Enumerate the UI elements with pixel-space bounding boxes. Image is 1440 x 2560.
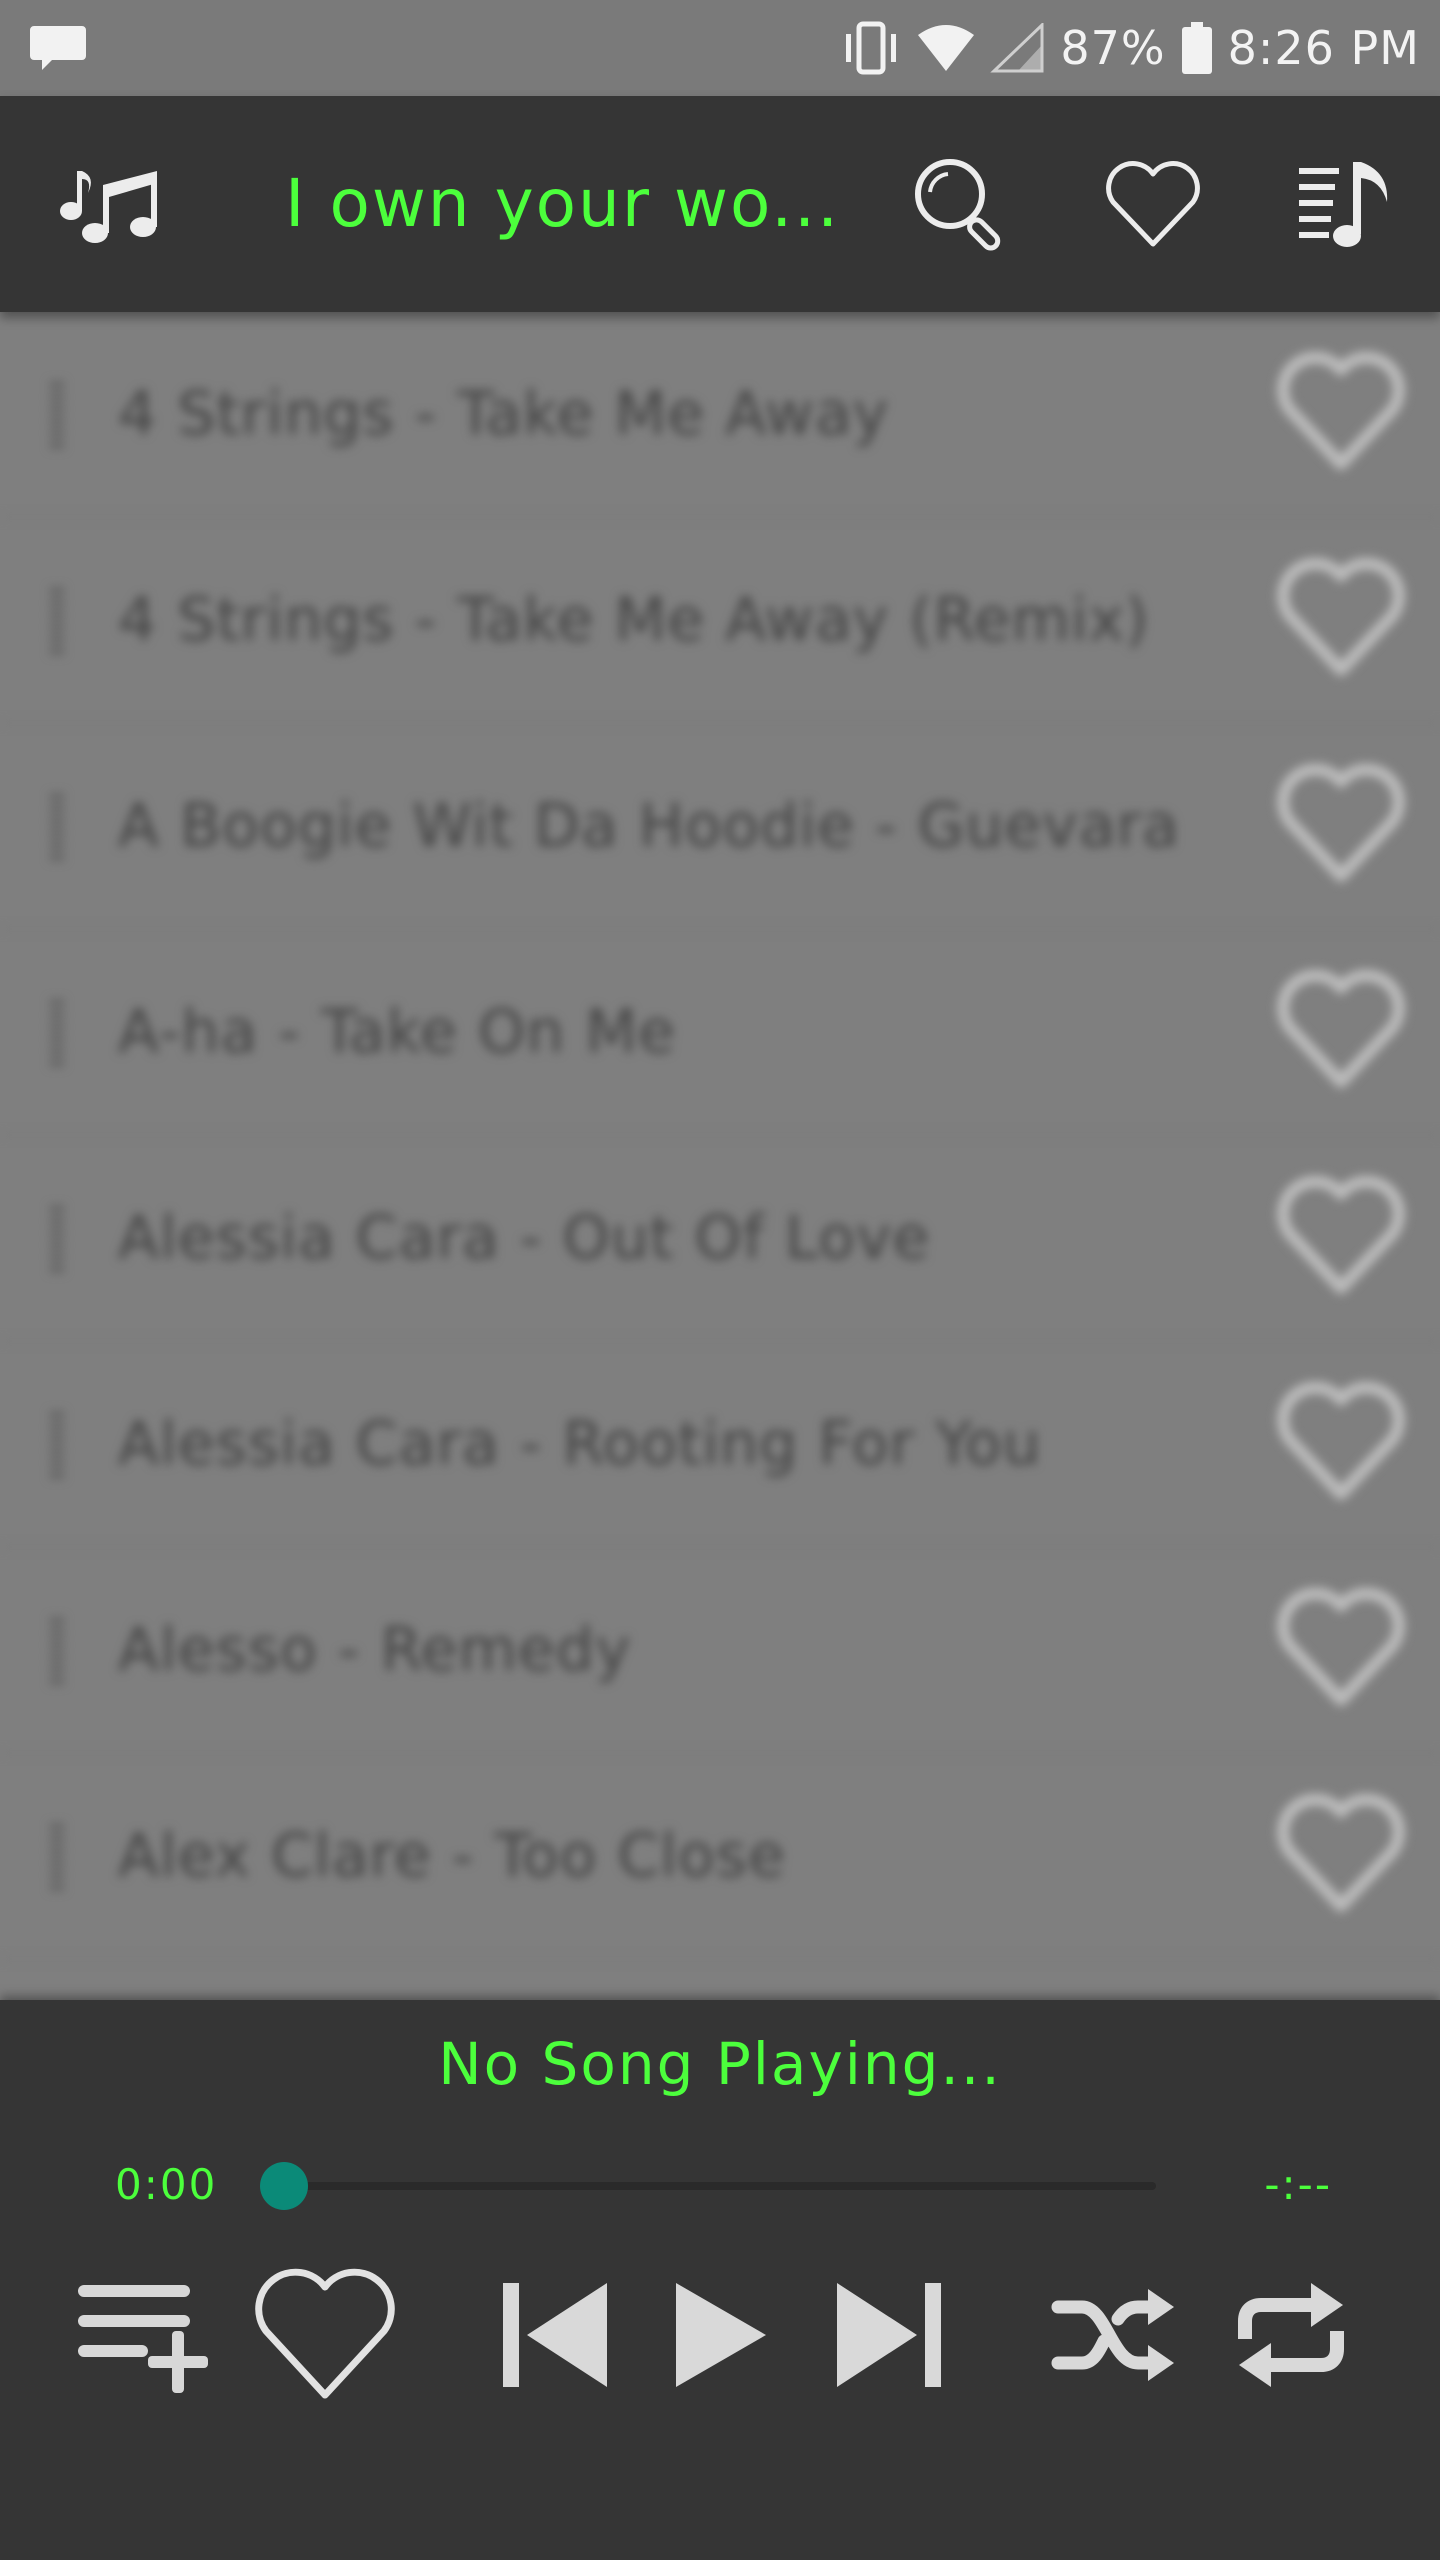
message-icon [28,20,88,78]
repeat-icon[interactable] [1226,2250,1356,2420]
drag-handle-icon[interactable] [50,794,64,864]
drag-handle-icon[interactable] [50,1000,64,1070]
list-item[interactable]: Alessia Cara - Rooting For You [0,1342,1440,1548]
song-title: 4 Strings - Take Me Away (Remix) [118,585,1150,655]
add-to-queue-icon[interactable] [70,2250,220,2420]
seek-bar[interactable] [260,2162,1156,2210]
favorite-icon[interactable] [1276,1174,1406,1302]
drag-handle-icon[interactable] [50,1206,64,1276]
now-playing-title: No Song Playing... [438,2030,1002,2098]
vibrate-icon [840,20,902,76]
song-title: Alessia Cara - Rooting For You [118,1409,1042,1479]
play-icon[interactable] [660,2250,780,2420]
current-time: 0:00 [115,2160,218,2209]
drag-handle-icon[interactable] [50,382,64,452]
shuffle-icon[interactable] [1048,2250,1178,2420]
list-item[interactable]: 4 Strings - Take Me Away (Remix) [0,518,1440,724]
player-panel: No Song Playing... 0:00 -:-- [0,2000,1440,2560]
search-icon[interactable] [905,96,1015,312]
status-indicators: 87% 8:26 PM [840,0,1420,96]
signal-icon [990,23,1046,73]
favorite-icon[interactable] [1276,1792,1406,1920]
list-item[interactable]: Alesso - Remedy [0,1548,1440,1754]
favorite-icon[interactable] [250,2250,400,2420]
toolbar: I own your wo... [0,96,1440,312]
song-title: Alesso - Remedy [118,1615,632,1685]
favorite-icon[interactable] [1276,350,1406,478]
favorite-icon[interactable] [1276,968,1406,1096]
list-item[interactable]: A-ha - Take On Me [0,930,1440,1136]
playlist-icon[interactable] [1290,96,1400,312]
list-item[interactable]: Alessia Cara - Out Of Love [0,1136,1440,1342]
list-item[interactable]: A Boogie Wit Da Hoodie - Guevara [0,724,1440,930]
drag-handle-icon[interactable] [50,1412,64,1482]
status-bar: 87% 8:26 PM [0,0,1440,96]
next-icon[interactable] [826,2250,956,2420]
favorite-icon[interactable] [1276,762,1406,890]
song-title: A-ha - Take On Me [118,997,677,1067]
clock: 8:26 PM [1227,21,1420,75]
battery-icon [1180,20,1214,76]
previous-icon[interactable] [488,2250,618,2420]
battery-percent: 87% [1060,21,1166,75]
drag-handle-icon[interactable] [50,1618,64,1688]
song-title: 4 Strings - Take Me Away [118,379,890,449]
total-time: -:-- [1264,2160,1332,2209]
favorite-icon[interactable] [1276,1380,1406,1508]
song-title: Alex Clare - Too Close [118,1821,786,1891]
favorite-icon[interactable] [1276,556,1406,684]
drag-handle-icon[interactable] [50,588,64,658]
wifi-icon [916,23,976,73]
seek-thumb[interactable] [260,2162,308,2210]
song-title: Alessia Cara - Out Of Love [118,1203,931,1273]
favorite-icon[interactable] [1276,1586,1406,1714]
music-notes-icon[interactable] [55,96,165,312]
drag-handle-icon[interactable] [50,1824,64,1894]
page-title: I own your wo... [285,165,841,242]
favorites-icon[interactable] [1098,96,1208,312]
list-item[interactable]: 4 Strings - Take Me Away [0,312,1440,518]
list-item[interactable]: Alex Clare - Too Close [0,1754,1440,1960]
song-title: A Boogie Wit Da Hoodie - Guevara [118,791,1180,861]
song-list[interactable]: 4 Strings - Take Me Away 4 Strings - Tak… [0,312,1440,2002]
